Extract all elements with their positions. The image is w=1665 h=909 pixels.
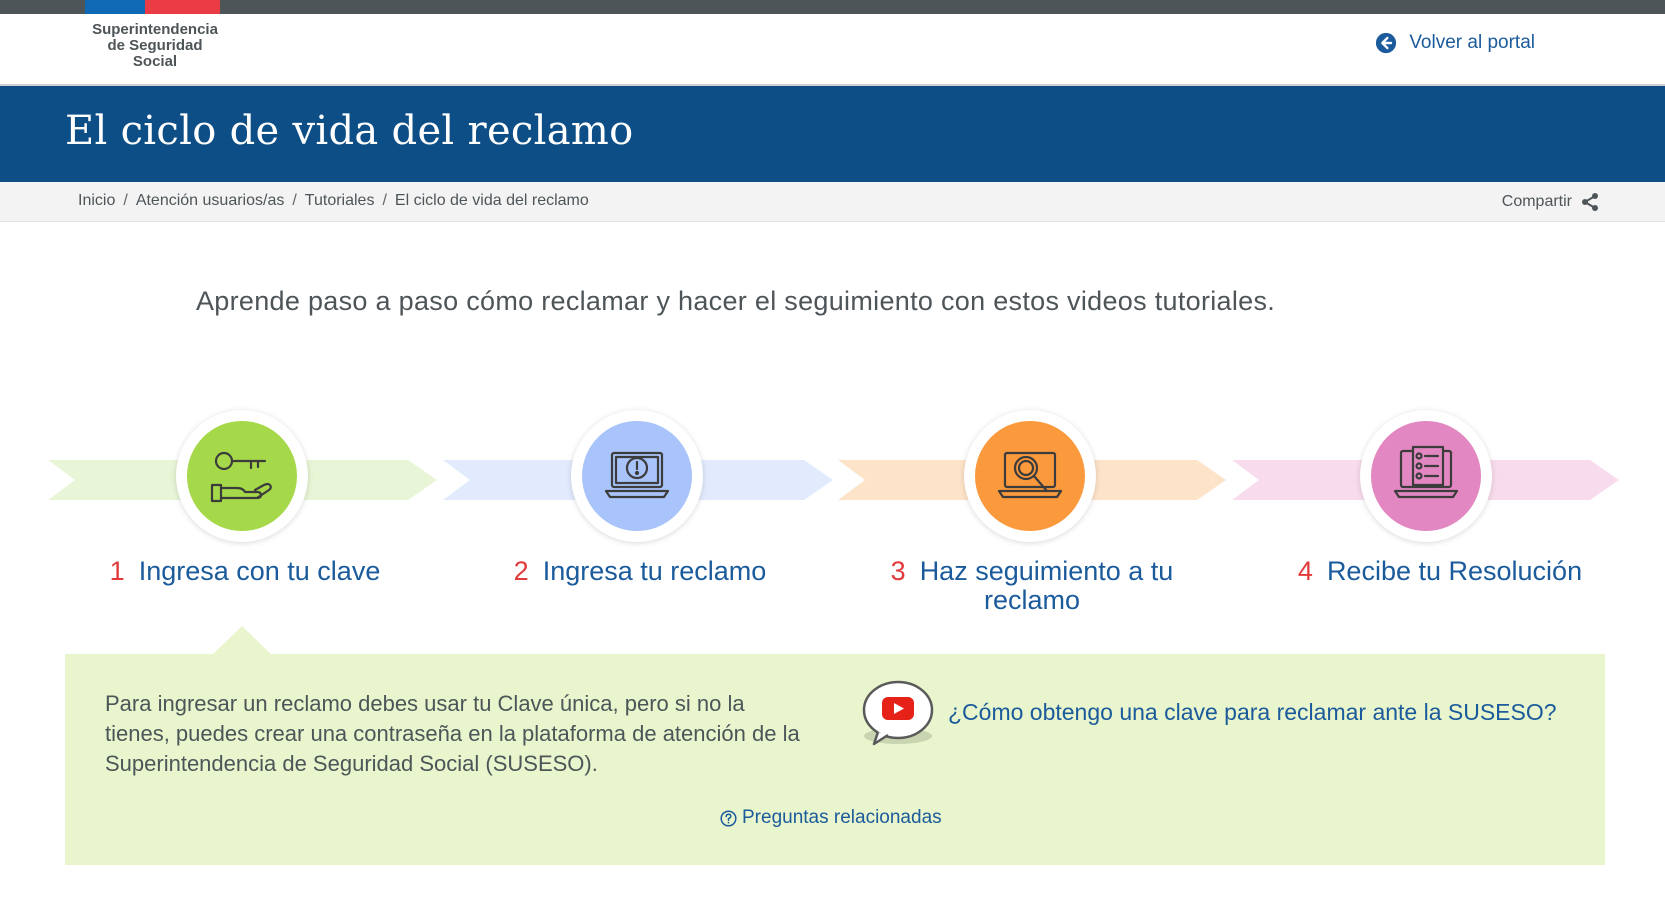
step-3-number: 3 <box>890 556 906 586</box>
suseso-logo[interactable]: Superintendencia de Seguridad Social <box>80 22 230 70</box>
flag-stripe-red <box>145 0 220 14</box>
step-detail-text: Para ingresar un reclamo debes usar tu C… <box>105 691 800 776</box>
step-2-icon-bg <box>582 421 692 531</box>
back-to-portal-link[interactable]: Volver al portal <box>1375 32 1535 54</box>
step-4-circle[interactable] <box>1360 410 1492 542</box>
page-title: El ciclo de vida del reclamo <box>65 108 634 154</box>
breadcrumb-inicio[interactable]: Inicio <box>78 192 115 210</box>
top-bar <box>0 0 1665 14</box>
share-label: Compartir <box>1501 193 1572 210</box>
youtube-bubble-icon <box>862 680 934 746</box>
logo-line-3: Social <box>132 53 178 70</box>
step-1-label[interactable]: 1 Ingresa con tu clave <box>80 557 410 586</box>
step-4-number: 4 <box>1297 556 1313 586</box>
step-2-title: Ingresa tu reclamo <box>542 556 767 586</box>
step-3-title: Haz seguimiento a tu reclamo <box>919 556 1174 615</box>
breadcrumb-separator: / <box>292 192 297 209</box>
logo-line-2: de Seguridad <box>107 37 203 54</box>
flag-stripe-blue <box>85 0 145 14</box>
related-questions-link[interactable]: Preguntas relacionadas <box>720 807 942 829</box>
logo-line-1: Superintendencia <box>92 21 218 38</box>
page-banner: El ciclo de vida del reclamo <box>0 86 1665 182</box>
step-4-title: Recibe tu Resolución <box>1326 556 1583 586</box>
step-2-label[interactable]: 2 Ingresa tu reclamo <box>475 557 805 586</box>
step-1-icon-bg <box>187 421 297 531</box>
breadcrumb-bar: Inicio / Atención usuarios/as / Tutorial… <box>0 182 1665 222</box>
back-to-portal-label: Volver al portal <box>1409 32 1535 53</box>
intro-text: Aprende paso a paso cómo reclamar y hace… <box>196 286 1276 316</box>
step-3-circle[interactable] <box>964 410 1096 542</box>
video-tutorial-label: ¿Cómo obtengo una clave para reclamar an… <box>948 698 1557 725</box>
share-button[interactable]: Compartir <box>1502 192 1600 212</box>
step-3-icon-bg <box>975 421 1085 531</box>
arrow-left-circle-icon <box>1376 32 1397 54</box>
step-2-number: 2 <box>513 556 529 586</box>
step-1-circle[interactable] <box>176 410 308 542</box>
key-hand-icon <box>210 451 272 503</box>
breadcrumb-current: El ciclo de vida del reclamo <box>394 192 589 209</box>
breadcrumb-separator: / <box>382 192 387 209</box>
breadcrumb-tutoriales[interactable]: Tutoriales <box>305 192 375 210</box>
step-1-title: Ingresa con tu clave <box>138 556 381 586</box>
site-header: Superintendencia de Seguridad Social Vol… <box>0 14 1665 86</box>
video-tutorial-link[interactable]: ¿Cómo obtengo una clave para reclamar an… <box>860 676 1557 748</box>
laptop-search-icon <box>997 451 1063 499</box>
step-3-label[interactable]: 3 Haz seguimiento a tu reclamo <box>872 557 1192 615</box>
breadcrumb: Inicio / Atención usuarios/as / Tutorial… <box>78 192 589 210</box>
laptop-alert-icon <box>604 451 670 499</box>
document-checklist-icon <box>1393 445 1459 499</box>
step-4-icon-bg <box>1371 421 1481 531</box>
related-questions-label: Preguntas relacionadas <box>742 807 942 828</box>
panel-pointer <box>212 626 272 655</box>
breadcrumb-separator: / <box>123 192 128 209</box>
question-circle-icon <box>720 809 737 827</box>
breadcrumb-atencion[interactable]: Atención usuarios/as <box>136 192 285 210</box>
step-1-number: 1 <box>109 556 125 586</box>
step-detail-panel: Para ingresar un reclamo debes usar tu C… <box>65 654 1605 865</box>
step-4-label[interactable]: 4 Recibe tu Resolución <box>1270 557 1610 586</box>
step-2-circle[interactable] <box>571 410 703 542</box>
steps-timeline: 1 Ingresa con tu clave 2 Ingresa tu reclam… <box>0 410 1665 630</box>
share-icon <box>1582 193 1598 211</box>
